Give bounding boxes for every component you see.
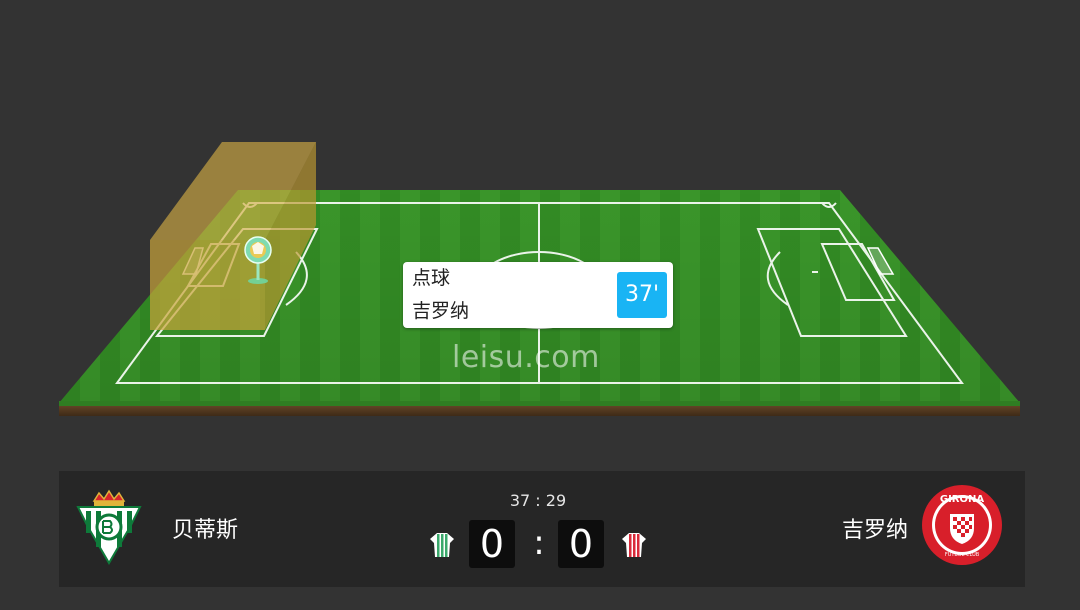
away-logo-subtext: FUTBOL CLUB — [945, 552, 980, 558]
score-separator: : — [533, 523, 545, 563]
watermark: leisu.com — [452, 340, 600, 375]
away-score: 0 — [558, 520, 604, 568]
event-minute-badge: 37' — [617, 272, 667, 318]
home-score: 0 — [469, 520, 515, 568]
event-team: 吉罗纳 — [412, 300, 470, 322]
event-type: 点球 — [412, 267, 451, 289]
match-clock: 37 : 29 — [509, 491, 567, 510]
away-logo-text: GIRONA — [940, 494, 984, 505]
away-team-name: 吉罗纳 — [841, 518, 908, 543]
home-jersey-icon — [430, 533, 454, 557]
score-bar: 贝蒂斯 37 : 29 0 : 0 吉罗纳 GIRONA FUTBOL CLUB — [59, 471, 1025, 587]
event-card: 点球 吉罗纳 37' — [403, 262, 673, 328]
home-team-logo — [76, 489, 142, 565]
away-jersey-icon — [622, 533, 646, 557]
home-team-name: 贝蒂斯 — [172, 518, 239, 543]
away-team-logo: GIRONA FUTBOL CLUB — [922, 485, 1002, 565]
